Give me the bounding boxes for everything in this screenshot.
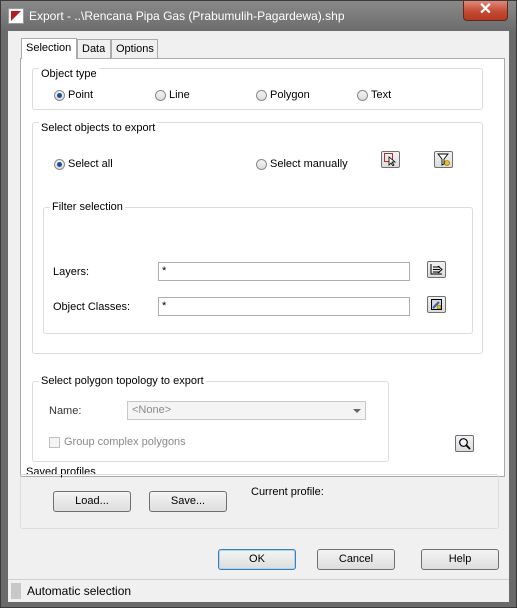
radio-point-indicator (54, 89, 65, 101)
radio-line[interactable]: Line (155, 89, 190, 101)
group-complex-label: Group complex polygons (64, 436, 186, 448)
chevron-down-icon (353, 409, 361, 413)
layers-label: Layers: (53, 266, 90, 278)
object-classes-icon (431, 299, 442, 310)
radio-line-label: Line (169, 89, 190, 101)
object-classes-label: Object Classes: (53, 301, 131, 313)
filter-selection-label: Filter selection (50, 201, 125, 213)
tab-data[interactable]: Data (77, 39, 111, 58)
layers-icon (430, 264, 443, 275)
object-classes-browse-button[interactable] (427, 296, 446, 313)
topology-name-value: <None> (132, 404, 172, 416)
radio-select-manually-label: Select manually (270, 158, 348, 170)
radio-point-label: Point (68, 89, 94, 101)
title-bar[interactable]: Export - ..\Rencana Pipa Gas (Prabumulih… (1, 1, 516, 31)
pick-objects-button[interactable] (381, 151, 400, 168)
radio-polygon-indicator (256, 89, 267, 101)
radio-polygon-label: Polygon (270, 89, 310, 101)
selection-panel: Object type Point Line Polygon Text Sele… (20, 58, 505, 477)
status-bar: Automatic selection (8, 579, 509, 602)
tab-options[interactable]: Options (111, 39, 158, 58)
help-button[interactable]: Help (421, 549, 499, 570)
filter-icon (437, 153, 450, 166)
radio-text-indicator (357, 89, 368, 101)
polygon-topology-group (32, 381, 389, 462)
export-dialog: Export - ..\Rencana Pipa Gas (Prabumulih… (0, 0, 517, 608)
layers-input[interactable]: * (158, 262, 410, 281)
topology-name-dropdown[interactable]: <None> (127, 401, 366, 420)
cancel-button[interactable]: Cancel (317, 549, 395, 570)
window-title: Export - ..\Rencana Pipa Gas (Prabumulih… (29, 9, 345, 23)
polygon-topology-label: Select polygon topology to export (39, 375, 206, 387)
ok-button[interactable]: OK (218, 549, 296, 570)
radio-point[interactable]: Point (54, 89, 93, 101)
layers-browse-button[interactable] (427, 261, 446, 278)
object-classes-input[interactable]: * (158, 297, 410, 316)
radio-line-indicator (155, 89, 166, 101)
object-type-label: Object type (39, 68, 99, 80)
current-profile-label: Current profile: (251, 486, 324, 498)
select-objects-label: Select objects to export (39, 122, 158, 134)
radio-text[interactable]: Text (357, 89, 391, 101)
dialog-client: Selection Data Options Object type Point… (8, 31, 509, 602)
radio-select-all-label: Select all (68, 158, 113, 170)
magnifier-icon (459, 438, 471, 450)
radio-select-all[interactable]: Select all (54, 158, 113, 170)
tab-selection[interactable]: Selection (21, 38, 77, 59)
radio-select-manually[interactable]: Select manually (256, 158, 348, 170)
status-text: Automatic selection (27, 584, 132, 598)
app-icon (8, 8, 24, 24)
quick-select-button[interactable] (434, 151, 453, 168)
radio-select-all-indicator (54, 158, 65, 170)
radio-text-label: Text (371, 89, 392, 101)
close-button[interactable]: ✕ (463, 1, 508, 21)
zoom-button[interactable] (455, 435, 474, 452)
cursor-pick-icon (384, 153, 397, 166)
group-complex-checkbox-box (49, 436, 60, 448)
topology-name-label: Name: (49, 405, 82, 417)
radio-select-manually-indicator (256, 158, 267, 170)
group-complex-checkbox[interactable]: Group complex polygons (49, 436, 186, 448)
save-profile-button[interactable]: Save... (149, 491, 227, 512)
load-profile-button[interactable]: Load... (53, 491, 131, 512)
status-grip (11, 583, 21, 599)
radio-polygon[interactable]: Polygon (256, 89, 310, 101)
